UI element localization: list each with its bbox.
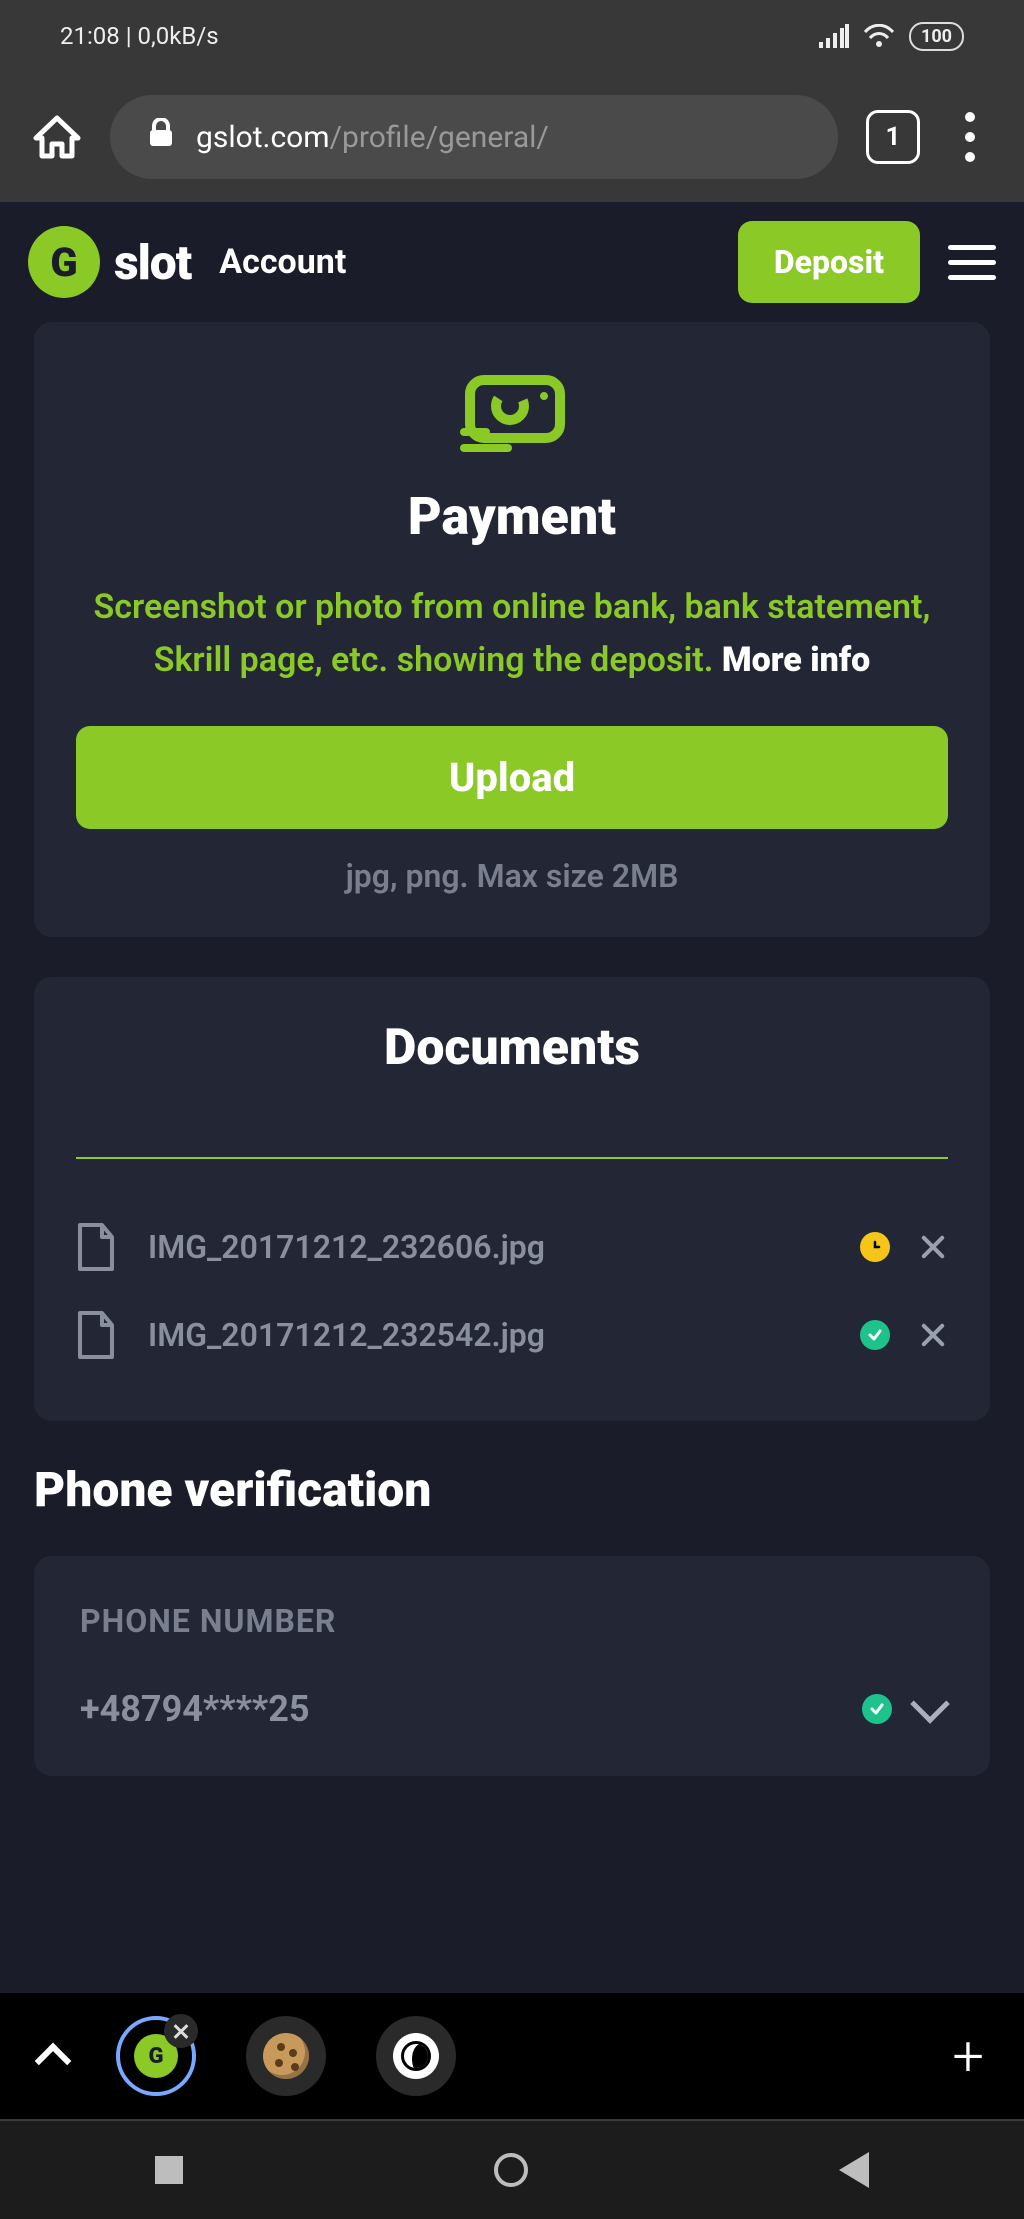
chevron-down-icon [910, 1685, 950, 1725]
wifi-icon [863, 24, 895, 48]
deposit-button[interactable]: Deposit [738, 221, 920, 303]
document-filename: IMG_20171212_232606.jpg [148, 1228, 832, 1266]
remove-document-button[interactable] [918, 1320, 948, 1350]
logo-text: slot [114, 234, 191, 291]
content-area: Payment Screenshot or photo from online … [0, 322, 1024, 1993]
menu-icon[interactable] [948, 245, 996, 280]
nav-back-icon[interactable] [839, 2152, 869, 2188]
app-header: G slot Account Deposit [0, 202, 1024, 322]
tab-thumbnail-active[interactable]: G [116, 2016, 196, 2096]
remove-document-button[interactable] [918, 1232, 948, 1262]
tab-thumbnail[interactable] [376, 2016, 456, 2096]
url-text: gslot.com/profile/general/ [196, 120, 549, 155]
nav-recents-icon[interactable] [155, 2156, 183, 2184]
payment-title: Payment [76, 486, 948, 547]
status-pending-icon [860, 1232, 890, 1262]
upload-hint: jpg, png. Max size 2MB [76, 857, 948, 895]
file-icon [76, 1311, 120, 1359]
document-row: IMG_20171212_232542.jpg [76, 1291, 948, 1379]
section-title-phone: Phone verification [34, 1461, 990, 1518]
battery-icon: 100 [909, 22, 964, 51]
cellular-signal-icon [819, 24, 849, 48]
url-bar[interactable]: gslot.com/profile/general/ [110, 95, 838, 179]
cookie-icon [263, 2033, 309, 2079]
payment-description: Screenshot or photo from online bank, ba… [76, 581, 948, 686]
lock-icon [148, 118, 174, 156]
status-ok-icon [860, 1320, 890, 1350]
phone-value: +48794****25 [80, 1688, 838, 1730]
phone-label: PHONE NUMBER [80, 1602, 944, 1640]
document-filename: IMG_20171212_232542.jpg [148, 1316, 832, 1354]
browser-toolbar: gslot.com/profile/general/ 1 [0, 72, 1024, 202]
document-row: IMG_20171212_232606.jpg [76, 1203, 948, 1291]
browser-menu-icon[interactable] [948, 112, 992, 162]
tab-count-button[interactable]: 1 [866, 110, 920, 164]
nav-home-icon[interactable] [494, 2153, 528, 2187]
status-right: 100 [819, 22, 964, 51]
home-icon[interactable] [32, 112, 82, 162]
new-tab-button[interactable]: + [952, 2023, 984, 2089]
tab-thumbnail[interactable] [246, 2016, 326, 2096]
upload-button[interactable]: Upload [76, 726, 948, 829]
globe-icon [393, 2033, 439, 2079]
payment-card: Payment Screenshot or photo from online … [34, 322, 990, 937]
page-title: Account [219, 242, 346, 282]
more-info-link[interactable]: More info [722, 640, 870, 680]
file-icon [76, 1223, 120, 1271]
documents-card: Documents IMG_20171212_232606.jpg IMG_20… [34, 977, 990, 1421]
logo-badge-icon: G [28, 226, 100, 298]
brand-logo[interactable]: G slot [28, 226, 191, 298]
status-time: 21:08 | 0,0kB/s [60, 22, 219, 50]
browser-tab-switcher: G + [0, 1993, 1024, 2119]
system-nav-bar [0, 2119, 1024, 2219]
phone-card: PHONE NUMBER +48794****25 [34, 1556, 990, 1776]
status-ok-icon [862, 1694, 892, 1724]
payment-icon [76, 370, 948, 460]
documents-title: Documents [76, 1019, 948, 1077]
divider [76, 1157, 948, 1159]
status-bar: 21:08 | 0,0kB/s 100 [0, 0, 1024, 72]
expand-up-icon[interactable] [35, 2043, 72, 2080]
close-tab-button[interactable] [164, 2014, 198, 2048]
phone-row[interactable]: +48794****25 [80, 1688, 944, 1730]
